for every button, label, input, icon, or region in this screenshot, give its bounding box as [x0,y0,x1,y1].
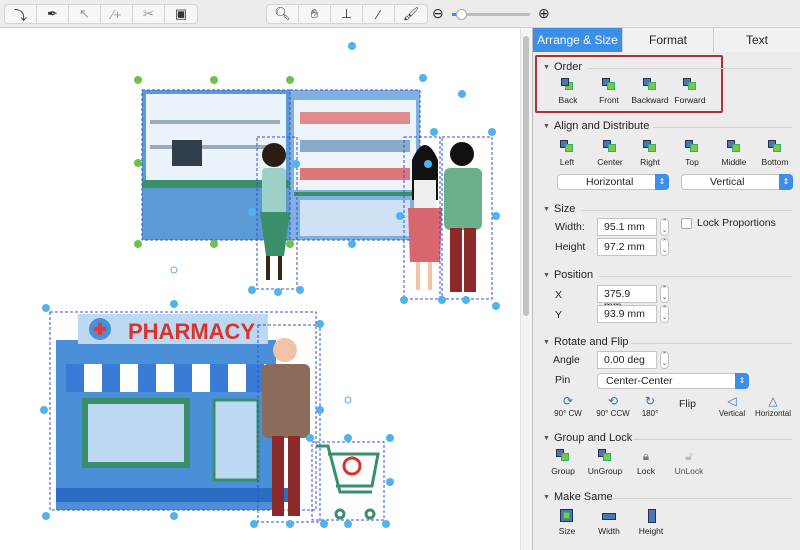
rotate-section-title: Rotate and Flip [543,336,629,348]
distribute-vertical-select[interactable]: Vertical ⇕ [681,174,793,190]
x-stepper[interactable]: ⌃ ⌄ [660,285,669,303]
align-left-icon [560,140,574,153]
flip-label: Flip [679,398,696,410]
lock-proportions-checkbox[interactable] [681,218,692,229]
y-input[interactable]: 93.9 mm [597,305,657,323]
zoom-out-icon[interactable]: ⊖ [432,5,444,22]
group-icon [556,449,570,462]
align-middle-icon [727,140,741,153]
view-tools: 🔍︎ ✋︎ ⊥ ⁄ 🖌︎ [266,4,428,24]
same-size-icon [560,509,574,522]
same-height-icon [644,509,658,523]
pin-label: Pin [555,374,571,386]
height-input[interactable]: 97.2 mm [597,238,657,256]
ungroup-icon [598,449,612,462]
rotate-ccw-icon: ⟲ [607,394,619,408]
height-label: Height [555,241,586,253]
shopping-cart [316,444,380,520]
chevron-updown-icon: ⇕ [735,373,749,389]
distribute-horizontal-select[interactable]: Horizontal ⇕ [557,174,669,190]
make-same-section-title: Make Same [543,491,613,503]
zoom-icon[interactable]: 🔍︎ [267,5,299,23]
align-bottom-icon [768,140,782,153]
properties-panel: Arrange & Size Format Text Order Back Fr… [532,28,800,550]
add-point-icon[interactable]: ⁄+ [101,5,133,23]
height-stepper[interactable]: ⌃ ⌄ [660,238,669,256]
align-right-icon [643,140,657,153]
tab-format[interactable]: Format [623,28,714,52]
same-width-icon [602,509,616,522]
order-section-title: Order [543,61,582,73]
x-input[interactable]: 375.9 mm [597,285,657,312]
width-input[interactable]: 95.1 mm [597,218,657,236]
bring-forward-icon [683,78,697,91]
curve-icon[interactable]: ⤵ [5,5,37,23]
toolbar: ⤵ ✒ ↖ ⁄+ ✂ ▣ 🔍︎ ✋︎ ⊥ ⁄ 🖌︎ ⊖ ⊕ [0,0,800,28]
chevron-updown-icon: ⇕ [655,174,669,190]
flip-horizontal-button[interactable]: △ Horizontal [748,394,798,418]
hand-icon[interactable]: ✋︎ [299,5,331,23]
format-brush-icon[interactable]: 🖌︎ [395,5,427,23]
width-stepper[interactable]: ⌃ ⌄ [660,218,669,236]
x-label: X [555,289,563,301]
y-stepper[interactable]: ⌃ ⌄ [660,305,669,323]
pharmacy-storefront: PHARMACY [56,314,296,510]
bring-to-front-icon [602,78,616,91]
zoom-slider-thumb[interactable] [456,9,467,20]
angle-stepper[interactable]: ⌃ ⌄ [660,351,669,369]
width-label: Width: [555,221,585,233]
insert-shape-icon[interactable]: ▣ [165,5,197,23]
pharmacy-sign: PHARMACY [128,319,255,344]
y-label: Y [555,309,563,321]
man-figure-back [444,142,482,292]
align-center-icon [603,140,617,153]
send-to-back-icon [561,78,575,91]
tab-arrange-size[interactable]: Arrange & Size [533,28,623,52]
vertical-scrollbar-thumb[interactable] [523,36,529,316]
pharmacy-illustration: PHARMACY [40,42,500,528]
unlock-icon: 🔓︎ [685,449,693,463]
pen-icon[interactable]: ✒ [37,5,69,23]
make-same-height-button[interactable]: Height [626,509,676,536]
angle-label: Angle [553,354,580,366]
align-bottom-button[interactable]: Bottom [750,140,800,167]
rotate-90-cw-button[interactable]: ⟳ 90° CW [543,394,593,418]
unlock-button[interactable]: 🔓︎ UnLock [664,449,714,476]
tab-text[interactable]: Text [714,28,800,52]
flip-horizontal-icon: △ [768,394,778,408]
woman-figure-2 [408,145,442,290]
eyedropper-icon[interactable]: ⁄ [363,5,395,23]
rotate-180-icon: ↻ [644,394,656,408]
zoom-slider[interactable] [452,9,530,20]
drawing-tools: ⤵ ✒ ↖ ⁄+ ✂ ▣ [4,4,198,24]
angle-input[interactable]: 0.00 deg [597,351,657,369]
drawing-canvas[interactable]: PHARMACY [0,28,520,550]
size-section-title: Size [543,203,575,215]
align-top-icon [685,140,699,153]
direct-select-icon[interactable]: ↖ [69,5,101,23]
position-section-title: Position [543,269,593,281]
rotate-cw-icon: ⟳ [562,394,574,408]
chevron-updown-icon: ⇕ [779,174,793,190]
send-backward-icon [643,78,657,91]
group-section-title: Group and Lock [543,432,632,444]
delete-point-icon[interactable]: ✂ [133,5,165,23]
stamp-icon[interactable]: ⊥ [331,5,363,23]
pin-select[interactable]: Center-Center ⇕ [597,373,749,389]
order-forward-button[interactable]: Forward [665,78,715,105]
rotate-180-button[interactable]: ↻ 180° [625,394,675,418]
flip-vertical-icon: ◁ [727,394,737,408]
align-section-title: Align and Distribute [543,120,649,132]
zoom-in-icon[interactable]: ⊕ [538,5,550,22]
lock-icon: 🔒︎ [642,449,650,463]
lock-proportions-label: Lock Proportions [697,217,776,229]
